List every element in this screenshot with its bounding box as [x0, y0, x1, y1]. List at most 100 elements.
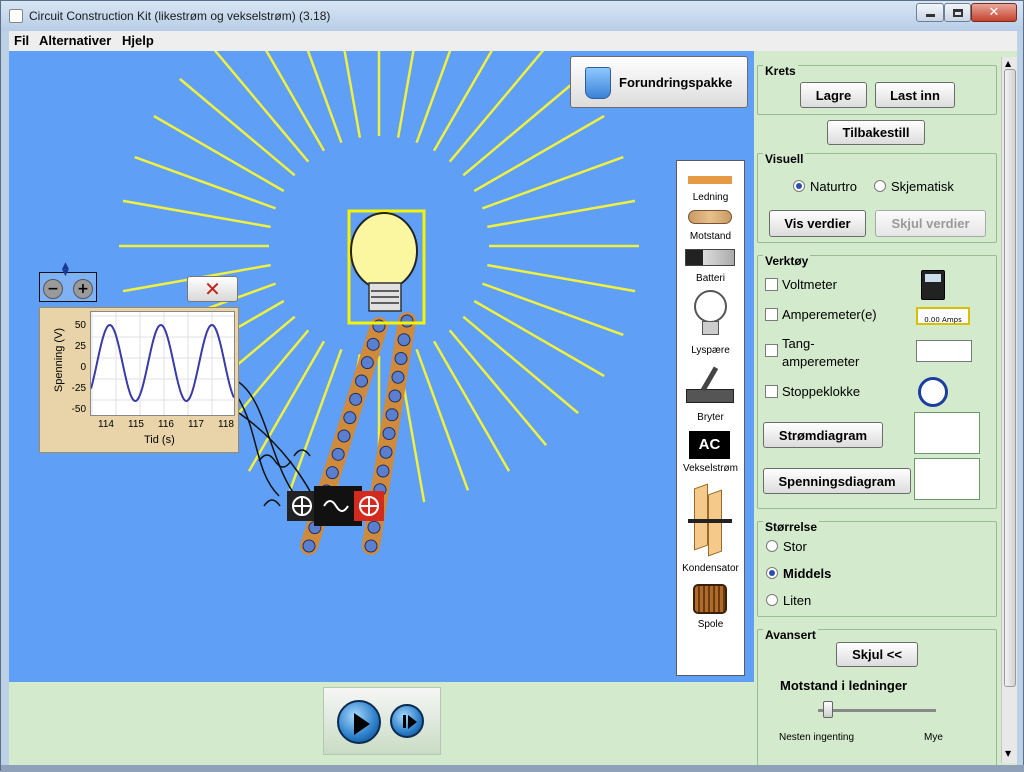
- scroll-thumb[interactable]: [1004, 69, 1016, 687]
- visual-group: Visuell Naturtro Skjematisk Vis verdier …: [757, 152, 997, 243]
- reset-button[interactable]: Tilbakestill: [827, 120, 925, 145]
- schematic-label: Skjematisk: [891, 179, 954, 194]
- battery-tool[interactable]: [685, 249, 735, 266]
- electron: [366, 337, 380, 351]
- inductor-label: Spole: [697, 619, 724, 630]
- size-medium-radio[interactable]: [766, 567, 778, 579]
- electron: [343, 411, 357, 425]
- menu-file[interactable]: Fil: [14, 33, 29, 48]
- bulb-label: Lyspære: [691, 345, 730, 356]
- close-button[interactable]: ✕: [971, 3, 1017, 22]
- current-chart-button[interactable]: Strømdiagram: [763, 422, 883, 448]
- tools-title: Verktøy: [763, 254, 811, 268]
- ammeter-label: Amperemeter(e): [782, 307, 877, 322]
- electron: [349, 392, 363, 406]
- krets-title: Krets: [763, 64, 798, 78]
- zoom-arrows-icon[interactable]: ▲ ▼: [62, 262, 69, 278]
- slider-min-label: Nesten ingenting: [779, 732, 855, 743]
- zoom-in-icon[interactable]: +: [73, 279, 93, 299]
- resistor-tool[interactable]: [688, 210, 732, 224]
- stopwatch-checkbox[interactable]: [765, 385, 778, 398]
- electron: [400, 314, 414, 328]
- grab-bag-label: Forundringspakke: [619, 75, 733, 90]
- voltmeter-checkbox[interactable]: [765, 278, 778, 291]
- chart-zoom-controls: − + ▲ ▼: [39, 262, 97, 302]
- chart-ytick: 25: [74, 341, 86, 352]
- slider-max-label: Mye: [924, 732, 943, 743]
- zoom-out-icon[interactable]: −: [43, 279, 63, 299]
- lifelike-radio[interactable]: [793, 180, 805, 192]
- size-small-radio[interactable]: [766, 594, 778, 606]
- menu-options[interactable]: Alternativer: [39, 33, 111, 48]
- show-values-button[interactable]: Vis verdier: [769, 210, 866, 237]
- slider-thumb[interactable]: [823, 701, 834, 718]
- size-title: Størrelse: [763, 520, 820, 534]
- clamp-ammeter-label: Tang-: [782, 336, 815, 351]
- wire-tool[interactable]: [688, 176, 732, 184]
- size-big-label: Stor: [783, 539, 807, 554]
- voltmeter-label: Voltmeter: [782, 277, 837, 292]
- load-button[interactable]: Last inn: [875, 82, 955, 108]
- scroll-down-icon[interactable]: ▼: [1005, 749, 1011, 758]
- chart-ytick: -50: [71, 404, 86, 415]
- save-button[interactable]: Lagre: [800, 82, 867, 108]
- chart-xtick: 118: [218, 419, 234, 430]
- size-small-label: Liten: [783, 593, 812, 608]
- ammeter-checkbox[interactable]: [765, 308, 778, 321]
- chart-xticks: 114 115 116 117 118: [94, 419, 239, 431]
- step-button[interactable]: [390, 704, 424, 738]
- switch-tool[interactable]: [686, 389, 734, 403]
- electron: [382, 427, 396, 440]
- electron: [394, 352, 408, 365]
- chart-yticks: 50 25 0 -25 -50: [58, 320, 88, 415]
- bulb-tool[interactable]: [694, 290, 727, 323]
- electron: [337, 429, 351, 443]
- app-icon: [9, 9, 23, 23]
- schematic-radio[interactable]: [874, 180, 886, 192]
- electron: [391, 370, 405, 384]
- voltage-line: [90, 323, 235, 403]
- electron: [379, 445, 393, 459]
- wire-resistance-label: Motstand i ledninger: [780, 678, 908, 693]
- minimize-button[interactable]: [916, 3, 944, 22]
- clamp-ammeter-checkbox[interactable]: [765, 344, 778, 357]
- size-group: Størrelse Stor Middels Liten: [757, 520, 997, 617]
- voltmeter-icon: [921, 270, 945, 300]
- size-big-radio[interactable]: [766, 540, 778, 552]
- app-window: Circuit Construction Kit (likestrøm og v…: [0, 0, 1024, 772]
- wire-resistance-slider[interactable]: [818, 701, 936, 718]
- capacitor-label: Kondensator: [682, 563, 739, 574]
- bulb-glass[interactable]: [350, 212, 418, 290]
- ac-source-tool[interactable]: AC: [689, 431, 730, 459]
- ac-label: Vekselstrøm: [682, 463, 738, 474]
- play-button[interactable]: [337, 700, 381, 744]
- hide-values-button[interactable]: Skjul verdier: [875, 210, 986, 237]
- chart-plot-area: [90, 311, 235, 416]
- control-panel: Krets Lagre Last inn Tilbakestill Visuel…: [754, 51, 1017, 765]
- chart-close-button[interactable]: ✕: [187, 276, 238, 302]
- component-toolbox: Ledning Motstand Batteri Lyspære Bryter …: [676, 160, 745, 676]
- scroll-up-icon[interactable]: ▲: [1005, 59, 1011, 68]
- inductor-tool[interactable]: [693, 584, 727, 614]
- voltage-chart-button[interactable]: Spenningsdiagram: [763, 468, 911, 494]
- hide-advanced-button[interactable]: Skjul <<: [836, 642, 918, 667]
- visual-title: Visuell: [763, 152, 806, 166]
- chart-xtick: 116: [158, 419, 174, 430]
- clamp-ammeter-label-2: amperemeter: [782, 354, 860, 369]
- electron: [376, 464, 390, 478]
- minimize-icon: [925, 14, 935, 17]
- size-medium-label: Middels: [783, 566, 832, 581]
- maximize-button[interactable]: [944, 3, 971, 22]
- electron: [325, 466, 339, 480]
- window-title: Circuit Construction Kit (likestrøm og v…: [29, 9, 331, 23]
- menu-help[interactable]: Hjelp: [122, 33, 154, 48]
- electron: [355, 374, 368, 388]
- chart-ytick: 50: [74, 320, 86, 331]
- clamp-ammeter-icon: [916, 340, 972, 362]
- capacitor-tool[interactable]: [688, 483, 732, 557]
- wire-label: Ledning: [692, 192, 729, 203]
- grab-bag-button[interactable]: Forundringspakke: [570, 56, 748, 108]
- play-icon: [354, 713, 370, 735]
- voltage-chart[interactable]: Spenning (V) 50 25 0 -25 -50 114 115 116 117 118…: [39, 307, 239, 453]
- side-scrollbar[interactable]: ▲ ▼: [1001, 57, 1017, 763]
